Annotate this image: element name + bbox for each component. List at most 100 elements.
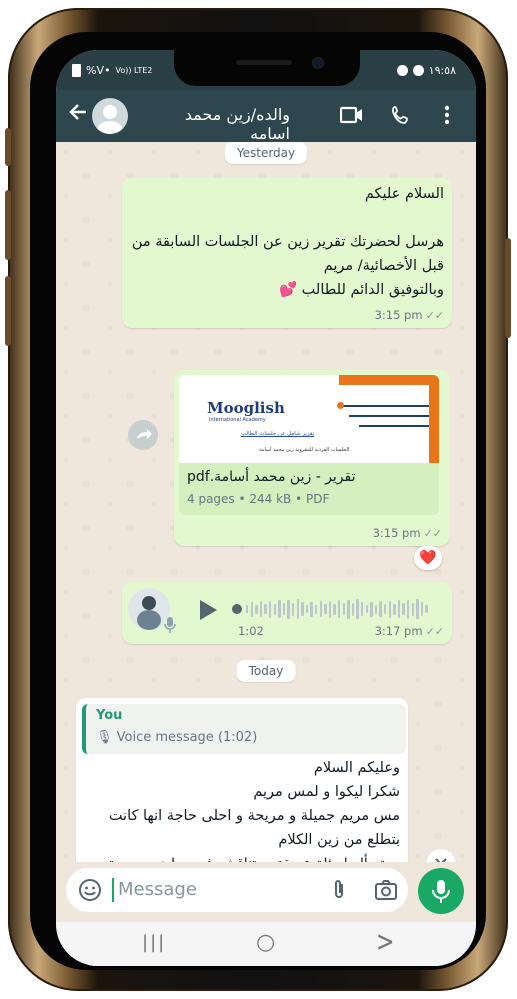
waveform-bar xyxy=(356,599,359,619)
back-button[interactable]: > xyxy=(376,926,394,959)
waveform-bar xyxy=(402,603,405,615)
composer: Message xyxy=(56,862,476,922)
quoted-reply[interactable]: You 🎙 Voice message (1:02) xyxy=(82,704,406,754)
camera-icon[interactable] xyxy=(374,879,398,905)
date-divider-today: Today xyxy=(236,660,296,682)
waveform-bar xyxy=(310,601,313,617)
pdf-info[interactable]: تقرير - زين محمد أسامة.pdf 4 pages • 244… xyxy=(179,463,439,515)
home-button[interactable]: ○ xyxy=(256,930,275,955)
waveform-bar xyxy=(342,603,345,615)
incoming-message[interactable]: You 🎙 Voice message (1:02) وعليكم السلام… xyxy=(76,698,408,862)
logo-subtitle: International Academy xyxy=(209,417,266,423)
waveform-bar xyxy=(273,603,276,615)
message-line: بتطلع من زين الكلام xyxy=(278,832,400,848)
waveform-bar xyxy=(407,599,410,619)
waveform-bar xyxy=(384,604,387,614)
video-icon[interactable] xyxy=(339,105,364,129)
reaction-heart[interactable]: ❤️ xyxy=(414,546,442,570)
message-line: وبالتوفيق الدائم للطالب xyxy=(301,282,444,298)
microphone-icon xyxy=(164,616,176,638)
system-nav-bar: ||| ○ > xyxy=(56,922,476,966)
message-time: 3:15 pm xyxy=(372,526,421,540)
waveform-bar xyxy=(287,599,290,619)
text-cursor xyxy=(112,878,114,902)
waveform-bar xyxy=(338,600,341,618)
more-vert-icon[interactable] xyxy=(444,105,450,129)
waveform-bar xyxy=(333,603,336,615)
waveform-thumb[interactable] xyxy=(232,604,242,614)
chat-area[interactable]: Yesterday السلام عليكم هرسل لحضرتك تقرير… xyxy=(56,142,476,862)
battery-icon xyxy=(72,64,81,77)
waveform-bar xyxy=(420,602,424,616)
waveform-bar xyxy=(264,604,267,614)
date-divider-yesterday: Yesterday xyxy=(224,142,308,164)
thumb-accent-edge xyxy=(429,375,439,463)
waveform-bar xyxy=(411,602,414,616)
microphone-icon[interactable] xyxy=(418,868,464,914)
earpiece xyxy=(236,60,292,65)
arrow-left-icon[interactable] xyxy=(68,102,88,129)
waveform-bar xyxy=(296,599,299,619)
waveform-bar xyxy=(416,599,419,619)
file-name: تقرير - زين محمد أسامة.pdf xyxy=(187,469,356,485)
emoji-icon[interactable] xyxy=(78,878,102,906)
thumb-link: تقرير شامل عن جلسات الطالب xyxy=(241,431,315,437)
thumb-line xyxy=(349,415,429,417)
volume-up-button xyxy=(5,190,11,260)
message-input-box[interactable]: Message xyxy=(66,868,408,912)
pdf-thumbnail[interactable]: Mooglish International Academy تقرير شام… xyxy=(179,375,439,463)
forward-icon[interactable] xyxy=(128,420,158,450)
file-meta: 4 pages • 244 kB • PDF xyxy=(187,492,330,506)
waveform-bar xyxy=(361,602,364,616)
play-icon[interactable] xyxy=(198,599,218,625)
outgoing-message[interactable]: السلام عليكم هرسل لحضرتك تقرير زين عن ال… xyxy=(122,178,452,328)
message-line: شكرا ليكوا و لمس مريم xyxy=(253,784,400,800)
double-check-icon: ✓✓ xyxy=(425,309,444,322)
waveform-bar xyxy=(282,603,286,615)
message-line: قبل الأخصائية/ مريم xyxy=(323,258,444,274)
waveform[interactable] xyxy=(246,596,434,622)
waveform-bar xyxy=(388,600,391,618)
mooglish-logo: Mooglish xyxy=(207,399,285,417)
waveform-bar xyxy=(370,601,373,617)
phone-frame: %V• Vo)) LTE2 ١٩:٥٨ والده/زين محمد اسامه xyxy=(5,8,511,991)
message-line: مس مريم جميلة و مريحة و احلى حاجة انها ك… xyxy=(108,808,400,824)
double-chevron-down-icon[interactable] xyxy=(426,849,456,862)
phone-icon[interactable] xyxy=(391,105,411,129)
outgoing-document-message[interactable]: Mooglish International Academy تقرير شام… xyxy=(174,370,450,546)
message-placeholder[interactable]: Message xyxy=(118,879,197,900)
waveform-bar xyxy=(379,601,382,617)
avatar[interactable] xyxy=(92,98,128,134)
waveform-bar xyxy=(269,600,272,618)
waveform-bar xyxy=(351,602,355,616)
waveform-bar xyxy=(365,605,368,613)
message-line: و بتسأله اسئلة عميقة و بتناقشه فى مواضيع… xyxy=(82,852,400,862)
waveform-bar xyxy=(255,604,258,614)
screen: %V• Vo)) LTE2 ١٩:٥٨ والده/زين محمد اسامه xyxy=(56,50,476,966)
waveform-bar xyxy=(315,604,318,614)
waveform-bar xyxy=(305,605,309,613)
heart-emoji: 💕 xyxy=(279,282,298,298)
signal-text: Vo)) LTE2 xyxy=(115,66,153,75)
reply-preview: Voice message (1:02) xyxy=(116,730,258,745)
waveform-bar xyxy=(328,600,332,618)
waveform-bar xyxy=(259,601,263,617)
waveform-bar xyxy=(319,601,322,617)
double-check-icon: ✓✓ xyxy=(423,527,442,540)
waveform-bar xyxy=(347,599,350,619)
waveform-bar xyxy=(250,601,253,617)
message-time: 3:15 pm xyxy=(374,308,423,322)
paperclip-icon[interactable] xyxy=(330,879,348,905)
message-line: هرسل لحضرتك تقرير زين عن الجلسات السابقة… xyxy=(131,234,444,250)
recent-apps-button[interactable]: ||| xyxy=(142,932,166,953)
double-check-icon: ✓✓ xyxy=(425,625,444,638)
thumb-dot xyxy=(337,402,344,409)
contact-name[interactable]: والده/زين محمد اسامه xyxy=(140,105,290,143)
thumb-line xyxy=(359,425,429,427)
waveform-bar xyxy=(246,605,249,613)
outgoing-voice-message[interactable]: 1:02 3:17 pm ✓✓ xyxy=(122,582,452,644)
waveform-bar xyxy=(278,600,281,618)
reply-author: You xyxy=(96,708,123,723)
waveform-bar xyxy=(292,602,295,616)
front-camera xyxy=(312,57,324,69)
